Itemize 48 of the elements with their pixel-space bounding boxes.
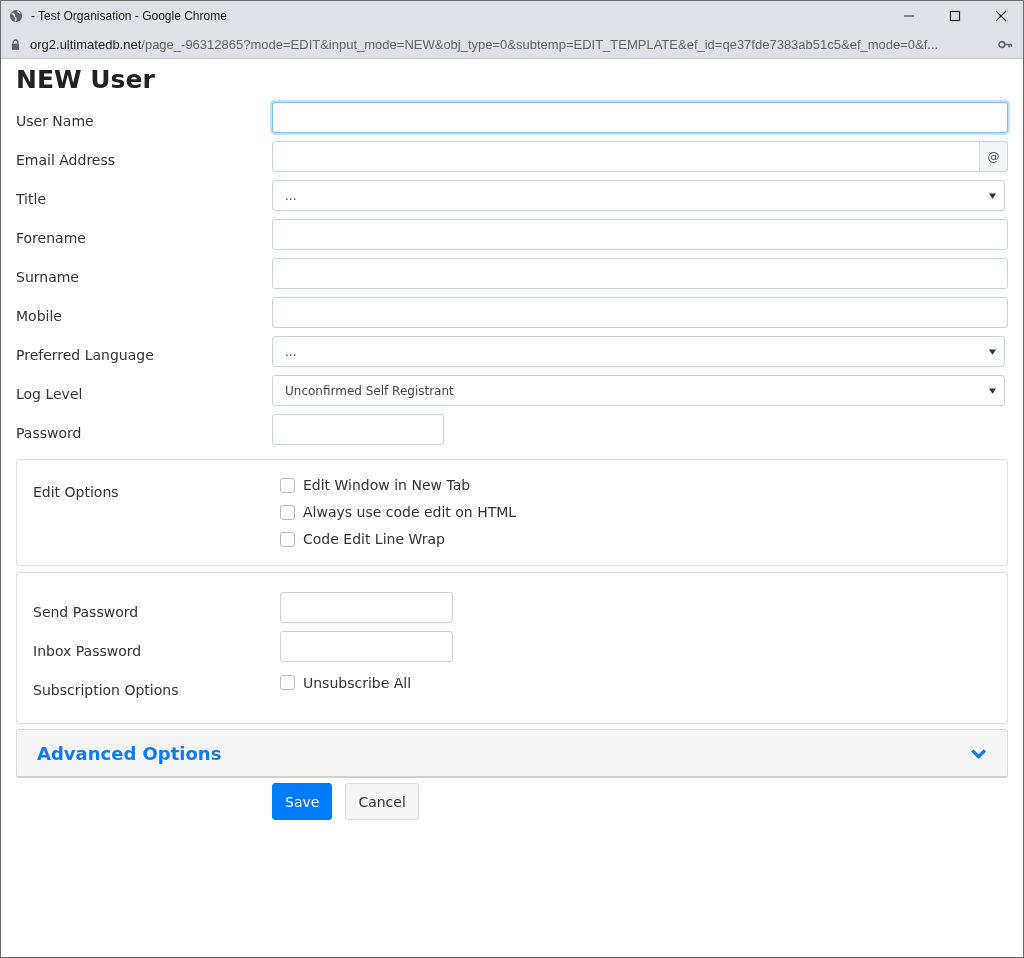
text-field[interactable] (271, 297, 1008, 328)
save-button[interactable]: Save (272, 783, 333, 820)
close-icon[interactable] (995, 10, 1007, 22)
text-field[interactable] (271, 219, 1008, 250)
email-field[interactable] (271, 141, 980, 172)
advanced-options-header[interactable]: Advanced Options (16, 729, 1008, 778)
field-label: Surname (16, 267, 80, 285)
select-dropdown[interactable]: Unconfirmed Self Registrant (272, 375, 1005, 406)
window-title: - Test Organisation - Google Chrome (31, 9, 228, 23)
caret-icon (989, 192, 996, 199)
password-field[interactable] (280, 592, 453, 623)
checkbox[interactable] (280, 504, 295, 520)
field-label: Preferred Language (16, 345, 155, 363)
key-icon[interactable] (998, 40, 1013, 49)
checkbox-label[interactable]: Always use code edit on HTML (303, 504, 517, 520)
text-field[interactable] (271, 102, 1008, 133)
field-label: Log Level (16, 384, 84, 402)
globe-icon (9, 9, 23, 23)
field-label: Forename (16, 228, 87, 246)
lock-icon (11, 39, 20, 50)
caret-icon (989, 387, 996, 394)
field-label: Send Password (33, 602, 140, 620)
checkbox-label[interactable]: Code Edit Line Wrap (303, 531, 445, 547)
field-label: Edit Options (33, 483, 120, 502)
checkbox[interactable] (280, 477, 295, 493)
checkbox[interactable] (280, 531, 295, 547)
field-label: Subscription Options (33, 680, 180, 698)
select-dropdown[interactable]: ... (272, 180, 1005, 211)
field-label: Inbox Password (33, 641, 143, 659)
field-label: User Name (16, 111, 95, 129)
field-label: Mobile (16, 306, 63, 324)
chevron-icon[interactable] (970, 747, 987, 759)
page-heading: NEW User (16, 65, 156, 94)
maximize-icon[interactable] (949, 10, 961, 22)
at-sign-addon: @ (980, 141, 1008, 172)
accordion-title[interactable]: Advanced Options (37, 742, 222, 764)
field-label: Title (16, 189, 47, 207)
cancel-button[interactable]: Cancel (345, 783, 419, 820)
field-label: Email Address (16, 150, 117, 168)
caret-icon (989, 348, 996, 355)
text-field[interactable] (271, 258, 1008, 289)
field-label: Password (16, 423, 83, 441)
select-dropdown[interactable]: ... (272, 336, 1005, 367)
checkbox[interactable] (280, 675, 295, 690)
password-field[interactable] (272, 414, 444, 445)
password-field[interactable] (280, 631, 453, 662)
checkbox-label[interactable]: Edit Window in New Tab (303, 477, 471, 493)
checkbox-label[interactable]: Unsubscribe All (303, 674, 412, 691)
